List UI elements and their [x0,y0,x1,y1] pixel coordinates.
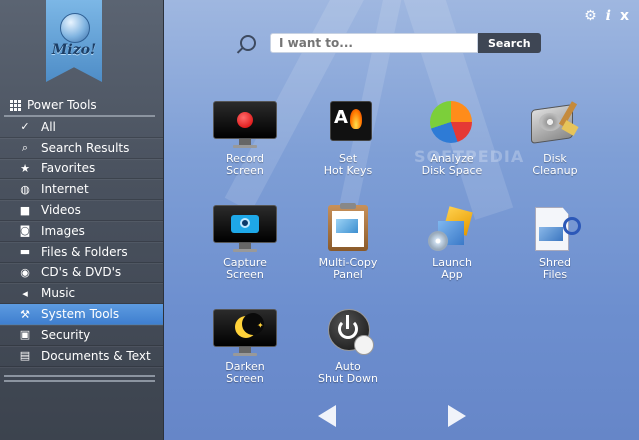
tool-launch-app[interactable]: Launch App [402,205,502,281]
sidebar-item-label: All [41,119,56,134]
sidebar-item-label: Music [41,286,76,301]
folder-icon: ▬ [19,245,31,259]
sidebar-item-documents-text[interactable]: ▤ Documents & Text [0,346,163,367]
sidebar-item-security[interactable]: ▣ Security [0,325,163,346]
window-controls: ⚙ i x [584,8,629,24]
disk-cleanup-icon [523,101,587,149]
tool-label: Capture Screen [223,256,267,281]
search-bar: Search [240,33,541,53]
sidebar-divider [4,375,155,377]
star-icon: ★ [20,161,30,175]
tool-multi-copy-panel[interactable]: Multi-Copy Panel [298,203,398,281]
logo-text: Mizo! [51,42,97,58]
tool-label: Analyze Disk Space [421,152,483,177]
tool-analyze-disk-space[interactable]: Analyze Disk Space [402,101,502,177]
speaker-icon: ◂ [22,286,28,300]
shred-files-icon [523,205,587,253]
launch-app-icon [420,205,484,253]
tool-disk-cleanup[interactable]: Disk Cleanup [505,101,605,177]
sidebar-item-label: CD's & DVD's [41,265,122,280]
tool-label: Disk Cleanup [532,152,578,177]
next-page-arrow-icon[interactable] [448,405,466,427]
record-screen-icon [213,101,277,149]
sidebar-item-files-folders[interactable]: ▬ Files & Folders [0,242,163,263]
tool-capture-screen[interactable]: Capture Screen [195,205,295,281]
sidebar-menu: ✓ All ⌕ Search Results ★ Favorites ◍ Interne… [0,117,163,367]
document-icon: ▤ [19,349,31,363]
camera-icon: ◙ [19,224,31,238]
tool-label: Darken Screen [225,360,265,385]
search-icon: ⌕ [21,140,29,154]
globe-icon: ◍ [20,182,30,196]
globe-logo-icon [60,13,90,43]
sidebar-item-label: Security [41,327,91,342]
section-title: Power Tools [10,98,97,112]
sidebar-item-music[interactable]: ◂ Music [0,283,163,305]
sidebar-divider [4,380,155,382]
tool-set-hot-keys[interactable]: A Set Hot Keys [298,101,398,177]
disc-icon: ◉ [20,265,30,279]
pie-chart-icon [420,101,484,149]
sidebar-item-images[interactable]: ◙ Images [0,221,163,242]
section-title-label: Power Tools [27,98,97,112]
clipboard-icon [316,203,380,253]
sidebar-item-label: Videos [41,203,81,218]
sidebar-item-label: Files & Folders [41,244,128,259]
darken-screen-icon: ✦ [213,309,277,357]
tool-darken-screen[interactable]: ✦ Darken Screen [195,309,295,385]
sidebar-item-label: Search Results [41,140,130,155]
app-window: Mizo! Power Tools ✓ All ⌕ Search Results ★… [0,0,639,440]
close-icon[interactable]: x [620,8,629,24]
grid-icon [10,99,21,111]
lock-icon: ▣ [19,328,31,342]
tool-shred-files[interactable]: Shred Files [505,205,605,281]
sidebar-item-videos[interactable]: ■ Videos [0,200,163,221]
sidebar-item-label: Internet [41,182,89,197]
wrench-icon: ⚒ [20,307,30,321]
tool-label: Multi-Copy Panel [318,256,378,281]
logo: Mizo! [46,0,102,82]
tool-record-screen[interactable]: Record Screen [195,101,295,177]
tool-label: Launch App [432,256,472,281]
sidebar-item-search-results[interactable]: ⌕ Search Results [0,138,163,159]
sidebar: Mizo! Power Tools ✓ All ⌕ Search Results ★… [0,0,164,440]
sidebar-item-label: Documents & Text [41,348,151,363]
hot-keys-icon: A [316,101,380,149]
tool-label: Record Screen [225,152,264,177]
sidebar-item-all[interactable]: ✓ All [0,117,163,138]
search-button[interactable]: Search [478,33,541,53]
sidebar-item-internet[interactable]: ◍ Internet [0,179,163,201]
sidebar-item-label: Images [41,223,85,238]
tool-label: Set Hot Keys [323,152,373,177]
previous-page-arrow-icon[interactable] [318,405,336,427]
capture-screen-icon [213,205,277,253]
info-icon[interactable]: i [606,8,611,24]
power-icon [316,309,380,357]
video-camera-icon: ■ [19,203,31,217]
check-icon: ✓ [20,120,30,134]
tool-label: Auto Shut Down [318,360,378,385]
magnifier-icon [240,35,256,51]
gear-icon[interactable]: ⚙ [584,8,597,24]
sidebar-item-system-tools[interactable]: ⚒ System Tools [0,304,163,325]
tool-label: Shred Files [539,256,571,281]
tool-auto-shut-down[interactable]: Auto Shut Down [298,309,398,385]
main-panel: ⚙ i x Search SOFTPEDIA RecordScreen A Se… [164,0,639,440]
sidebar-item-cds-dvds[interactable]: ◉ CD's & DVD's [0,263,163,284]
sidebar-item-favorites[interactable]: ★ Favorites [0,159,163,180]
sidebar-item-label: Favorites [41,161,96,176]
sidebar-item-label: System Tools [41,307,120,322]
search-input[interactable] [270,33,478,53]
